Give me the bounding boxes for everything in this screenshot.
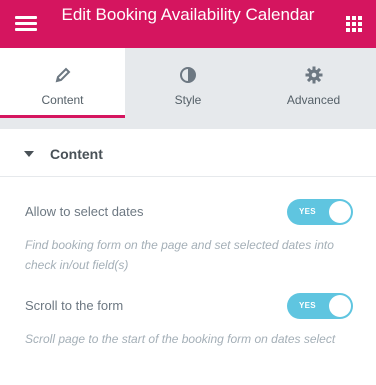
scroll-to-form-switch[interactable]: YES [287,293,353,319]
tab-content[interactable]: Content [0,48,125,118]
widgets-grid-icon[interactable] [346,16,362,32]
switch-knob [329,295,351,317]
panel-header: Edit Booking Availability Calendar [0,0,376,48]
section-toggle-content[interactable]: Content [0,129,376,177]
tab-style-label: Style [174,93,202,107]
control-label: Allow to select dates [25,204,144,219]
caret-down-icon [24,151,34,157]
menu-icon[interactable] [15,16,37,32]
divider [0,118,376,129]
tab-style[interactable]: Style [125,48,251,118]
panel-title: Edit Booking Availability Calendar [61,5,315,24]
switch-state-label: YES [299,207,316,216]
section-title: Content [50,146,103,162]
control-description: Scroll page to the start of the booking … [25,332,336,346]
tab-advanced[interactable]: Advanced [251,48,376,118]
gear-icon [305,66,322,84]
control-scroll-to-form: Scroll to the form YES Scroll page to th… [0,289,376,369]
switch-knob [329,201,351,223]
allow-select-dates-switch[interactable]: YES [287,199,353,225]
contrast-icon [180,67,196,83]
tab-advanced-label: Advanced [286,93,341,107]
pencil-icon [55,67,70,83]
tab-content-label: Content [41,93,84,107]
control-description: Find booking form on the page and set se… [25,238,334,272]
switch-state-label: YES [299,301,316,310]
panel-tabs: Content Style Advanced [0,48,376,118]
control-allow-select-dates: Allow to select dates YES Find booking f… [0,195,376,275]
control-label: Scroll to the form [25,298,124,313]
